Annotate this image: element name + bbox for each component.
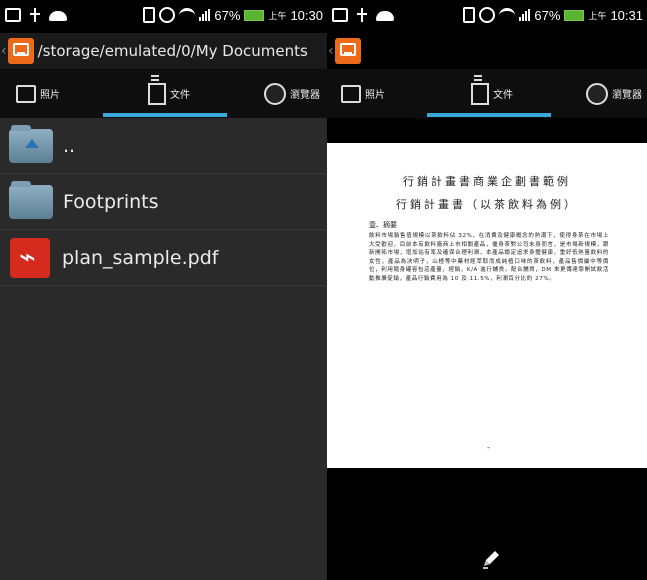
tab-browser-label: 瀏覽器 — [612, 90, 642, 101]
gallery-icon — [332, 8, 348, 22]
gallery-icon — [5, 8, 21, 22]
file-name: plan_sample.pdf — [62, 246, 219, 269]
usb-icon — [27, 8, 43, 22]
pdf-page[interactable]: 行銷計畫書商業企劃書範例 行銷計畫書（以茶飲料為例） 壹、摘要 飲料市場銷售值規… — [327, 143, 647, 468]
wifi-icon — [499, 7, 516, 23]
tab-photos-label: 照片 — [40, 90, 60, 101]
photo-icon — [341, 84, 361, 103]
document-body: 飲料市場銷售值規模以茶飲料佔 32%，在消費及健康概念的熱潮下，使得身茶在市場上… — [369, 233, 609, 282]
battery-percent: 67% — [534, 7, 561, 23]
folder-icon — [9, 180, 53, 219]
action-bar: ‹ /storage/emulated/0/My Documents — [0, 33, 327, 69]
section-heading: 壹、摘要 — [369, 221, 397, 229]
browser-icon — [264, 82, 286, 105]
back-chevron-icon[interactable]: ‹ — [328, 43, 334, 59]
status-bar: 67% 上午 10:31 — [327, 0, 647, 33]
clock: 10:31 — [610, 7, 643, 23]
folder-up-icon — [9, 124, 53, 163]
selected-tab-indicator — [103, 113, 227, 117]
tab-browser[interactable]: 瀏覽器 — [264, 69, 320, 118]
current-path: /storage/emulated/0/My Documents — [37, 42, 308, 60]
tab-photos[interactable]: 照片 — [16, 69, 60, 118]
screenshot: 67% 上午 10:30 ‹ /storage/emulated/0/My Do… — [0, 0, 647, 580]
selected-tab-indicator — [427, 113, 551, 117]
tab-photos-label: 照片 — [365, 90, 385, 101]
pencil-icon[interactable] — [480, 548, 502, 570]
battery-percent: 67% — [214, 7, 241, 23]
status-bar: 67% 上午 10:30 — [0, 0, 327, 33]
tab-bar: 照片 文件 瀏覽器 — [0, 69, 327, 118]
document-icon — [148, 82, 166, 105]
usb-icon — [354, 8, 370, 22]
list-item-pdf[interactable]: plan_sample.pdf — [0, 230, 327, 286]
ampm-label: 上午 — [268, 10, 287, 21]
photo-icon — [16, 84, 36, 103]
vibrate-icon — [143, 7, 156, 23]
app-logo-icon[interactable] — [7, 38, 34, 64]
list-item-parent[interactable]: .. — [0, 118, 327, 174]
android-icon — [49, 11, 67, 21]
tab-documents[interactable]: 文件 — [471, 69, 513, 118]
file-browser-screen: 67% 上午 10:30 ‹ /storage/emulated/0/My Do… — [0, 0, 327, 580]
vibrate-icon — [463, 7, 476, 23]
list-item-footprints[interactable]: Footprints — [0, 174, 327, 230]
tab-bar: 照片 文件 瀏覽器 — [327, 69, 647, 118]
document-title: 行銷計畫書商業企劃書範例 — [403, 175, 571, 188]
tab-documents-label: 文件 — [493, 90, 513, 101]
battery-icon — [244, 9, 265, 21]
android-icon — [376, 11, 394, 21]
back-chevron-icon[interactable]: ‹ — [1, 43, 7, 59]
file-list: .. Footprints plan_sample.pdf — [0, 118, 327, 286]
tab-photos[interactable]: 照片 — [341, 69, 385, 118]
tab-browser-label: 瀏覽器 — [290, 90, 320, 101]
page-mark: - — [487, 443, 490, 452]
signal-icon — [199, 9, 211, 21]
document-subtitle: 行銷計畫書（以茶飲料為例） — [396, 198, 578, 211]
document-icon — [471, 82, 489, 105]
pdf-icon — [10, 237, 50, 278]
tab-documents-label: 文件 — [170, 90, 190, 101]
pdf-viewer-screen: 67% 上午 10:31 ‹ 照片 文件 瀏覽器 行銷計畫書商業企劃書範例 行銷… — [327, 0, 647, 580]
file-name: Footprints — [63, 190, 159, 213]
battery-icon — [564, 9, 585, 21]
file-name: .. — [63, 134, 76, 157]
browser-icon — [586, 82, 608, 105]
app-logo-icon[interactable] — [334, 38, 361, 64]
ampm-label: 上午 — [588, 10, 607, 21]
wifi-icon — [179, 7, 196, 23]
alarm-icon — [479, 7, 496, 23]
signal-icon — [519, 9, 531, 21]
tab-browser[interactable]: 瀏覽器 — [586, 69, 642, 118]
action-bar: ‹ — [327, 33, 647, 69]
clock: 10:30 — [290, 7, 323, 23]
tab-documents[interactable]: 文件 — [148, 69, 190, 118]
alarm-icon — [159, 7, 176, 23]
